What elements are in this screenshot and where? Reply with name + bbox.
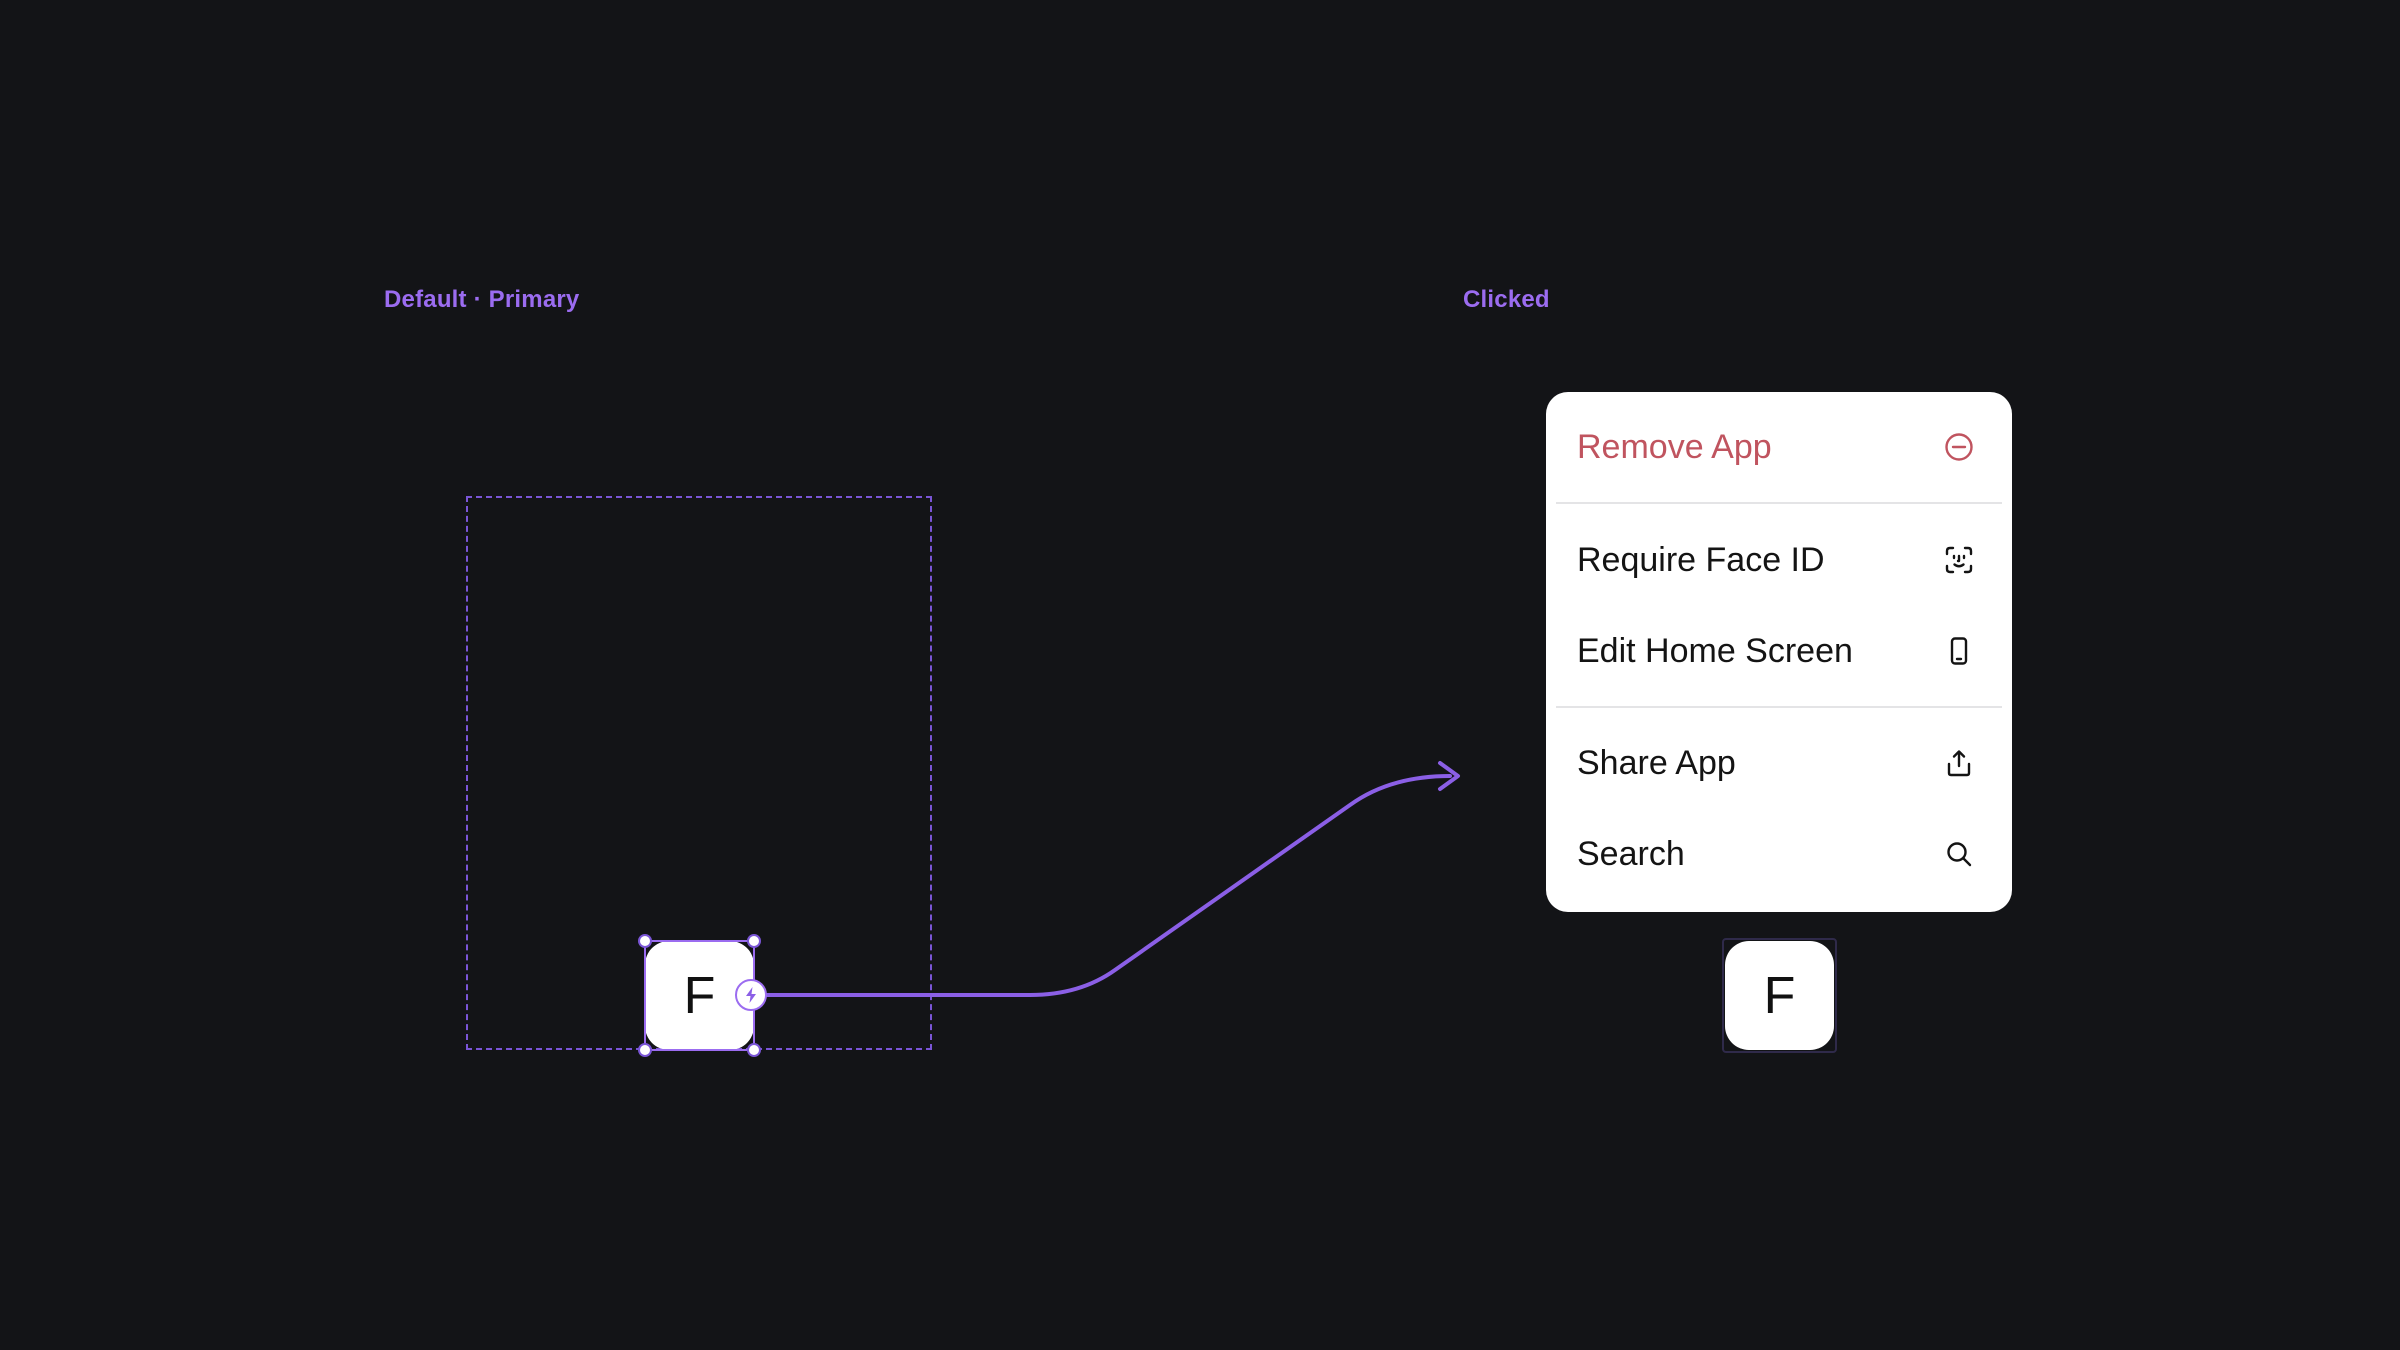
context-menu: Remove App Require Face ID Edit Home Scr… bbox=[1546, 392, 2012, 912]
resize-handle-top-left[interactable] bbox=[638, 934, 652, 948]
menu-divider bbox=[1556, 502, 2002, 504]
search-icon bbox=[1944, 839, 1974, 869]
connector-arrowhead bbox=[1438, 761, 1460, 791]
menu-item-label: Edit Home Screen bbox=[1577, 631, 1853, 670]
app-icon-clicked[interactable]: F bbox=[1725, 941, 1834, 1050]
menu-item-share-app[interactable]: Share App bbox=[1546, 718, 2012, 808]
menu-item-label: Search bbox=[1577, 834, 1685, 873]
lightning-icon bbox=[746, 987, 756, 1003]
resize-handle-bottom-left[interactable] bbox=[638, 1043, 652, 1057]
share-icon bbox=[1944, 748, 1974, 778]
menu-item-require-face-id[interactable]: Require Face ID bbox=[1546, 515, 2012, 605]
clicked-state-label: Clicked bbox=[1463, 286, 1550, 313]
resize-handle-top-right[interactable] bbox=[747, 934, 761, 948]
menu-item-label: Share App bbox=[1577, 743, 1736, 782]
default-state-label: Default · Primary bbox=[384, 286, 580, 313]
phone-icon bbox=[1944, 636, 1974, 666]
interaction-trigger[interactable] bbox=[735, 979, 767, 1011]
menu-item-edit-home-screen[interactable]: Edit Home Screen bbox=[1546, 606, 2012, 696]
menu-divider bbox=[1556, 706, 2002, 708]
prototype-connector bbox=[764, 761, 1460, 997]
resize-handle-bottom-right[interactable] bbox=[747, 1043, 761, 1057]
face-id-icon bbox=[1944, 545, 1974, 575]
menu-item-label: Remove App bbox=[1577, 427, 1772, 466]
menu-item-remove-app[interactable]: Remove App bbox=[1546, 392, 2012, 502]
minus-circle-icon bbox=[1944, 432, 1974, 462]
menu-item-label: Require Face ID bbox=[1577, 540, 1825, 579]
menu-item-search[interactable]: Search bbox=[1546, 809, 2012, 899]
prototype-canvas: Default · Primary Clicked F Remove App R… bbox=[0, 0, 2400, 1350]
